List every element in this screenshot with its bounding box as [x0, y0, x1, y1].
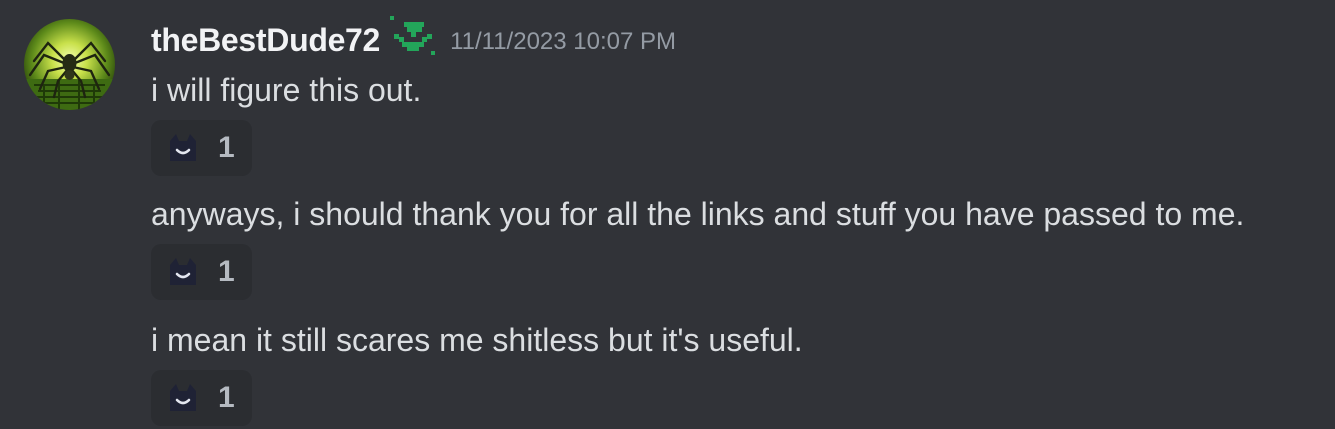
- user-avatar[interactable]: [24, 19, 115, 110]
- spider-avatar-icon: [24, 19, 115, 110]
- reaction-count: 1: [218, 255, 235, 288]
- message-text: i mean it still scares me shitless but i…: [151, 322, 803, 358]
- reaction-count: 1: [218, 131, 235, 164]
- message-header: theBestDude72 11/11/2023 10:07 PM: [151, 15, 676, 65]
- message-text: i will figure this out.: [151, 72, 422, 108]
- green-plant-pixel-icon[interactable]: [390, 16, 436, 56]
- smiling-cat-emoji-icon: [170, 258, 196, 285]
- reaction-button[interactable]: 1: [151, 244, 252, 300]
- reaction-button[interactable]: 1: [151, 120, 252, 176]
- smiling-cat-emoji-icon: [170, 134, 196, 161]
- chat-message-group: theBestDude72 11/11/2023 10:07 PM i will…: [0, 0, 1335, 429]
- reaction-count: 1: [218, 381, 235, 414]
- message-timestamp[interactable]: 11/11/2023 10:07 PM: [450, 28, 676, 56]
- author-username[interactable]: theBestDude72: [151, 22, 380, 59]
- smiling-cat-emoji-icon: [170, 384, 196, 411]
- message-text: anyways, i should thank you for all the …: [151, 196, 1245, 232]
- reaction-button[interactable]: 1: [151, 370, 252, 426]
